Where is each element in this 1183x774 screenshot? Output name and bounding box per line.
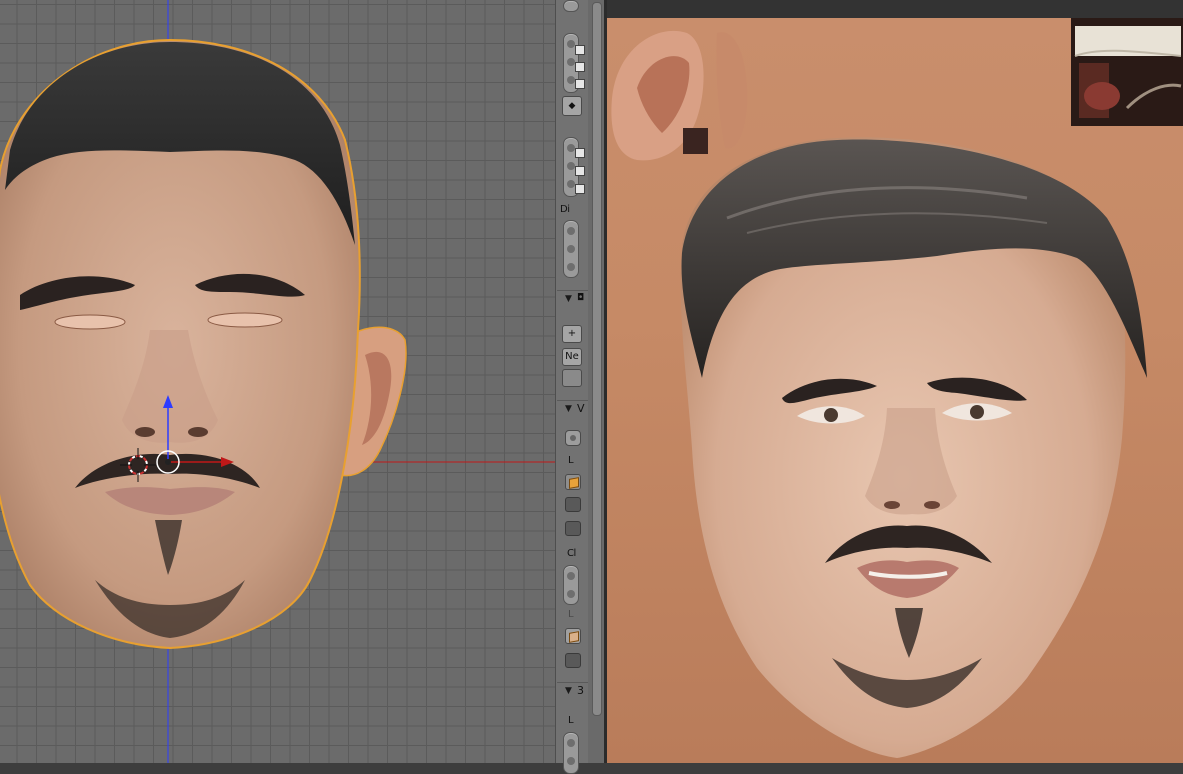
viewport-scene xyxy=(0,0,555,763)
image-editor-header[interactable] xyxy=(607,0,1183,18)
disabled-button xyxy=(562,369,582,387)
plus-icon: + xyxy=(567,328,577,339)
slider-bottom[interactable] xyxy=(563,732,579,774)
radio-button[interactable] xyxy=(565,430,581,446)
label-l: L xyxy=(568,455,574,466)
3d-viewport[interactable] xyxy=(0,0,555,763)
toggle-button[interactable] xyxy=(565,653,581,668)
texture-image[interactable] xyxy=(607,18,1183,763)
checkbox-icon[interactable] xyxy=(575,79,585,89)
cube-icon xyxy=(569,631,579,643)
checkbox-icon[interactable] xyxy=(575,184,585,194)
label-l-2: L xyxy=(568,609,574,620)
checkbox-icon[interactable] xyxy=(575,62,585,72)
label-l-3: L xyxy=(568,715,574,726)
toggle-button[interactable] xyxy=(565,497,581,512)
scrollbar-thumb[interactable] xyxy=(592,2,602,716)
stepper-button[interactable]: ◆ xyxy=(562,96,582,116)
cube-icon xyxy=(569,477,579,489)
slider-cl[interactable] xyxy=(563,565,579,605)
label-cl: Cl xyxy=(567,548,576,559)
checkbox-icon[interactable] xyxy=(575,45,585,55)
toggle-button[interactable] xyxy=(565,521,581,536)
teeth-texture xyxy=(1071,18,1183,126)
object-button[interactable] xyxy=(565,628,581,644)
add-button[interactable]: + xyxy=(562,325,582,343)
ear-texture xyxy=(611,30,748,161)
tool-shelf-scrollbar[interactable] xyxy=(588,0,604,763)
panel-header-3[interactable]: ▼ 3 xyxy=(557,682,588,699)
checkbox-icon[interactable] xyxy=(575,148,585,158)
label-di: Di xyxy=(560,204,570,215)
panel-header-collapsed[interactable]: ▼ ◘ xyxy=(557,290,588,307)
new-button[interactable]: Ne xyxy=(562,348,582,366)
face-unwrap xyxy=(680,137,1147,758)
head-mesh[interactable] xyxy=(0,38,407,650)
slider-top[interactable] xyxy=(563,0,579,12)
slider-di[interactable] xyxy=(563,220,579,278)
object-button[interactable] xyxy=(565,474,581,490)
panel-header-v[interactable]: ▼ V xyxy=(557,400,588,417)
face-texture xyxy=(611,18,1183,758)
checkbox-icon[interactable] xyxy=(575,166,585,176)
